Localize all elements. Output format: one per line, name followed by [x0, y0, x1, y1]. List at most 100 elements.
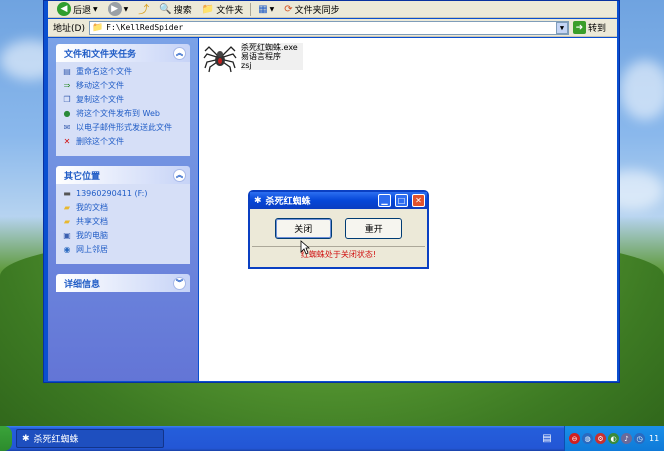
copy-icon: ❐ — [63, 95, 71, 104]
expand-icon[interactable]: ︾ — [173, 276, 186, 290]
task-label: 重命名这个文件 — [76, 67, 132, 76]
close-button[interactable]: 关闭 — [274, 218, 332, 239]
collapse-icon[interactable]: ︽ — [173, 168, 186, 182]
tray-stop-icon[interactable]: ⊖ — [569, 433, 580, 444]
tray-update-icon[interactable]: ◷ — [634, 433, 645, 444]
spider-small-icon: ✱ — [22, 433, 30, 444]
task-label: 将这个文件发布到 Web — [76, 109, 160, 118]
up-folder-icon: ⤴ — [138, 3, 150, 16]
watermark-cn: 数码资源网 — [476, 305, 617, 335]
dialog-titlebar[interactable]: ✱ 杀死红蜘蛛 ▁ □ ✕ — [250, 192, 427, 209]
place-shared-documents[interactable]: ▰ 共享文档 — [62, 217, 184, 227]
tray-network-icon[interactable]: ◍ — [582, 433, 593, 444]
back-button[interactable]: ◀ 后退 ▼ — [54, 2, 101, 17]
taskbar-item[interactable]: ✱ 杀死红蜘蛛 — [16, 429, 164, 448]
chevron-down-icon: ▼ — [269, 5, 275, 13]
file-tasks-header[interactable]: 文件和文件夹任务 ︽ — [56, 44, 190, 62]
watermark-logo-icon: 5 — [396, 292, 438, 362]
task-copy[interactable]: ❐ 复制这个文件 — [62, 95, 184, 105]
address-label: 地址(D) — [53, 24, 85, 34]
restart-button-label: 重开 — [364, 225, 383, 235]
search-button[interactable]: 🔍 搜索 — [156, 2, 194, 17]
folder-icon: ▰ — [63, 217, 71, 226]
details-header[interactable]: 详细信息 ︾ — [56, 274, 190, 292]
file-item[interactable]: 杀死红蜘蛛.exe 易语言程序 zsj — [203, 43, 303, 73]
task-rename[interactable]: ▤ 重命名这个文件 — [62, 67, 184, 77]
chevron-down-icon: ▼ — [93, 5, 98, 13]
address-input[interactable]: 📁 F:\KellRedSpider ▼ — [88, 20, 569, 35]
rename-icon: ▤ — [63, 67, 71, 76]
folder-icon: 📁 — [91, 22, 104, 33]
task-label: 复制这个文件 — [76, 95, 124, 104]
clock: 11 — [649, 434, 660, 443]
search-icon: 🔍 — [159, 3, 172, 15]
move-icon: ⇒ — [63, 81, 71, 90]
place-my-computer[interactable]: ▣ 我的电脑 — [62, 231, 184, 241]
address-dropdown-icon[interactable]: ▼ — [555, 21, 568, 34]
email-icon: ✉ — [63, 123, 71, 132]
place-label: 13960290411 (F:) — [76, 189, 148, 198]
tray-security-icon[interactable]: ⚙ — [595, 433, 606, 444]
file-type-line: 易语言程序 — [241, 52, 281, 61]
chevron-down-icon: ▼ — [123, 5, 129, 13]
forward-arrow-icon: ▶ — [107, 2, 122, 16]
tray-volume-icon[interactable]: ♪ — [621, 433, 632, 444]
file-name: 杀死红蜘蛛.exe 易语言程序 zsj — [241, 43, 303, 70]
keyboard-icon[interactable]: ▤ — [540, 431, 554, 445]
place-drive[interactable]: ▬ 13960290411 (F:) — [62, 189, 184, 199]
delete-icon: ✕ — [63, 137, 71, 146]
desktop-cloud — [620, 60, 664, 120]
folder-icon: ▰ — [63, 203, 71, 212]
toolbar-separator — [250, 2, 252, 16]
toolbar: ◀ 后退 ▼ ▶ ▼ ⤴ 🔍 搜索 📁 文件夹 ▦ ▼ ⟳ 文件夹同步 — [48, 1, 617, 18]
watermark-text: 数码资源网 www.smzy.com — [476, 305, 616, 349]
address-bar: 地址(D) 📁 F:\KellRedSpider ▼ ➜ 转到 — [48, 19, 617, 37]
task-label: 移动这个文件 — [76, 81, 124, 90]
tray-app-icon[interactable]: ◐ — [608, 433, 619, 444]
task-label: 以电子邮件形式发送此文件 — [76, 123, 172, 132]
minimize-icon[interactable]: ▁ — [378, 194, 391, 207]
sync-icon: ⟳ — [284, 3, 293, 15]
mouse-cursor-icon — [300, 240, 310, 255]
maximize-icon[interactable]: □ — [395, 194, 408, 207]
task-move[interactable]: ⇒ 移动这个文件 — [62, 81, 184, 91]
folders-button[interactable]: 📁 文件夹 — [199, 2, 246, 17]
sync-label: 文件夹同步 — [294, 5, 340, 16]
other-places-header[interactable]: 其它位置 ︽ — [56, 166, 190, 184]
dialog-title: 杀死红蜘蛛 — [265, 197, 311, 207]
folder-icon: 📁 — [201, 3, 215, 15]
forward-button[interactable]: ▶ ▼ — [105, 2, 132, 17]
go-button[interactable]: ➜ 转到 — [572, 21, 606, 34]
back-label: 后退 — [73, 5, 92, 16]
task-pane: 文件和文件夹任务 ︽ ▤ 重命名这个文件 ⇒ 移动这个文件 ❐ 复制这个文件 ● — [48, 38, 198, 381]
sync-button[interactable]: ⟳ 文件夹同步 — [281, 2, 342, 17]
folders-label: 文件夹 — [216, 5, 244, 16]
place-my-documents[interactable]: ▰ 我的文档 — [62, 203, 184, 213]
dialog-status: 红蜘蛛处于关闭状态! — [252, 246, 425, 260]
task-publish-web[interactable]: ● 将这个文件发布到 Web — [62, 109, 184, 119]
collapse-icon[interactable]: ︽ — [173, 46, 186, 60]
place-label: 共享文档 — [76, 217, 108, 226]
task-delete[interactable]: ✕ 删除这个文件 — [62, 137, 184, 147]
details-panel: 详细信息 ︾ — [56, 274, 190, 292]
close-button-label: 关闭 — [294, 225, 313, 235]
place-network[interactable]: ◉ 网上邻居 — [62, 245, 184, 255]
taskbar: ✱ 杀死红蜘蛛 ▤ ⊖ ◍ ⚙ ◐ ♪ ◷ 11 — [0, 426, 664, 451]
back-arrow-icon: ◀ — [57, 2, 71, 16]
close-icon[interactable]: ✕ — [412, 194, 425, 207]
status-text: 红蜘蛛处于关闭状态! — [300, 250, 377, 259]
file-tasks-title: 文件和文件夹任务 — [64, 49, 137, 60]
start-button[interactable] — [0, 426, 12, 451]
file-tasks-panel: 文件和文件夹任务 ︽ ▤ 重命名这个文件 ⇒ 移动这个文件 ❐ 复制这个文件 ● — [56, 44, 190, 156]
restart-button[interactable]: 重开 — [345, 218, 403, 239]
up-button[interactable]: ⤴ — [135, 2, 152, 17]
dialog-buttons: 关闭 重开 — [250, 209, 427, 243]
place-label: 我的文档 — [76, 203, 108, 212]
details-title: 详细信息 — [64, 279, 101, 290]
task-email[interactable]: ✉ 以电子邮件形式发送此文件 — [62, 123, 184, 133]
watermark: 5 数码资源网 www.smzy.com — [396, 296, 616, 358]
views-button[interactable]: ▦ ▼ — [255, 2, 277, 17]
taskbar-item-label: 杀死红蜘蛛 — [33, 435, 79, 445]
go-arrow-icon: ➜ — [572, 21, 586, 34]
other-places-panel: 其它位置 ︽ ▬ 13960290411 (F:) ▰ 我的文档 ▰ 共享文档 … — [56, 166, 190, 264]
